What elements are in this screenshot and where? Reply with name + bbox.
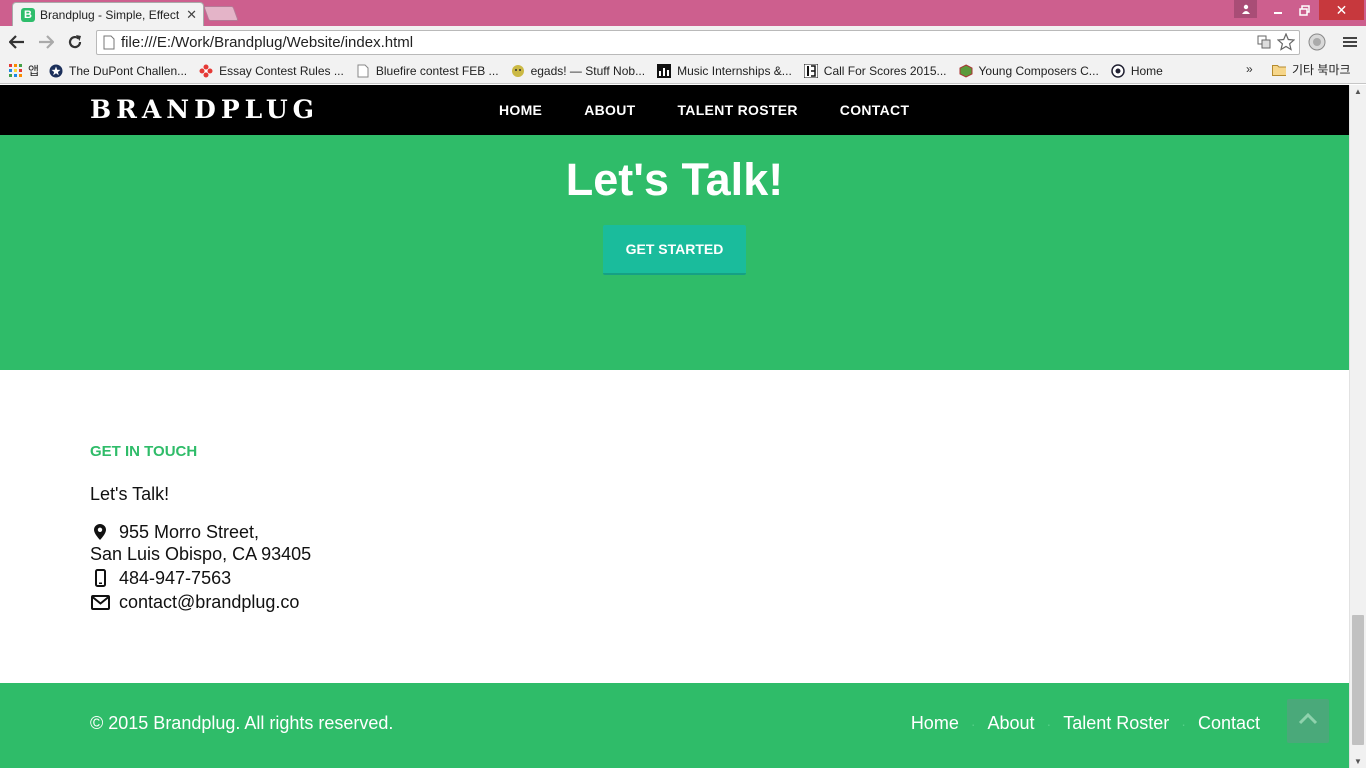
menu-icon[interactable] <box>1339 30 1361 54</box>
page-scrollbar[interactable]: ▲ ▼ <box>1349 85 1366 768</box>
nav-contact[interactable]: CONTACT <box>840 102 910 118</box>
contact-subheading: Let's Talk! <box>90 484 170 504</box>
translate-icon[interactable] <box>1257 35 1271 54</box>
hero-title: Let's Talk! <box>565 154 784 205</box>
bookmark-item[interactable]: Essay Contest Rules ... <box>199 64 344 78</box>
other-bookmarks-label: 기타 북마크 <box>1292 63 1351 77</box>
tab-close-icon[interactable]: ✕ <box>186 7 197 23</box>
copyright-text: © 2015 Brandplug. All rights reserved. <box>90 713 394 733</box>
footer-link-about[interactable]: About <box>988 713 1035 735</box>
profile-icon[interactable] <box>1234 0 1257 18</box>
bookmark-label: Call For Scores 2015... <box>823 63 947 78</box>
back-to-top-button[interactable] <box>1287 699 1329 743</box>
minimize-button[interactable] <box>1265 0 1291 20</box>
site-footer: © 2015 Brandplug. All rights reserved. H… <box>0 683 1349 768</box>
flower-icon <box>199 64 213 78</box>
close-window-button[interactable]: ✕ <box>1319 0 1364 20</box>
address-url: file:///E:/Work/Brandplug/Website/index.… <box>121 34 414 51</box>
bookmark-item[interactable]: Call For Scores 2015... <box>803 63 947 78</box>
star-badge-icon <box>49 64 63 78</box>
bookmark-label: Bluefire contest FEB ... <box>375 63 499 78</box>
footer-separator: · <box>1046 716 1052 732</box>
contact-details: 955 Morro Street, San Luis Obispo, CA 93… <box>90 521 311 613</box>
contact-email[interactable]: contact@brandplug.co <box>119 591 299 613</box>
bookmark-star-icon[interactable] <box>1276 32 1296 56</box>
footer-separator: · <box>1181 716 1186 732</box>
bookmark-item[interactable]: Home <box>1111 64 1163 78</box>
footer-link-talent-roster[interactable]: Talent Roster <box>1063 713 1169 735</box>
footer-separator: · <box>970 716 976 732</box>
forward-icon[interactable] <box>35 30 57 54</box>
bookmark-item[interactable]: The DuPont Challen... <box>49 64 187 78</box>
browser-tabstrip: B Brandplug - Simple, Effect ✕ ✕ <box>0 0 1366 26</box>
hero-section: Let's Talk! GET STARTED <box>0 135 1349 370</box>
bookmark-label: The DuPont Challen... <box>69 63 188 78</box>
egads-icon <box>511 64 525 78</box>
page-icon <box>356 64 370 78</box>
nav-about[interactable]: ABOUT <box>584 102 635 118</box>
nav-home[interactable]: HOME <box>499 102 542 118</box>
score-icon <box>803 63 818 78</box>
scroll-up-arrow-icon[interactable]: ▲ <box>1354 87 1362 96</box>
site-navbar: BRANDPLUG HOME ABOUT TALENT ROSTER CONTA… <box>0 85 1349 135</box>
envelope-icon <box>90 594 110 610</box>
equalizer-icon <box>657 63 672 78</box>
page-icon <box>99 35 119 50</box>
nav-talent-roster[interactable]: TALENT ROSTER <box>677 102 797 118</box>
scrollbar-thumb[interactable] <box>1352 615 1364 745</box>
contact-heading: GET IN TOUCH <box>90 443 198 460</box>
get-started-button[interactable]: GET STARTED <box>603 225 746 275</box>
bookmark-label: Young Composers C... <box>978 63 1099 78</box>
tab-title: Brandplug - Simple, Effect <box>40 7 180 22</box>
new-tab-button[interactable] <box>203 6 239 21</box>
bookmarks-overflow-button[interactable]: » <box>1246 62 1253 76</box>
footer-links: Home · About · Talent Roster · Contact <box>911 713 1260 735</box>
contact-phone[interactable]: 484-947-7563 <box>119 567 231 589</box>
site-brand-logo[interactable]: BRANDPLUG <box>90 95 319 124</box>
other-bookmarks-folder[interactable]: 기타 북마크 <box>1272 61 1351 78</box>
scroll-down-arrow-icon[interactable]: ▼ <box>1354 757 1362 766</box>
extension-icon[interactable] <box>1306 30 1328 54</box>
bookmark-label: Essay Contest Rules ... <box>219 63 344 78</box>
address-line-2: San Luis Obispo, CA 93405 <box>90 544 312 564</box>
reload-icon[interactable] <box>64 30 86 54</box>
restore-button[interactable] <box>1291 0 1317 20</box>
apps-grid-icon <box>8 64 22 78</box>
apps-label: 앱 <box>28 64 40 78</box>
contact-section: GET IN TOUCH Let's Talk! 955 Morro Stree… <box>90 443 311 612</box>
bookmark-item[interactable]: Young Composers C... <box>959 64 1099 78</box>
bookmark-label: Home <box>1130 63 1163 78</box>
map-marker-icon <box>90 524 110 540</box>
chevron-up-icon <box>1298 712 1318 730</box>
bookmark-item[interactable]: egads! — Stuff Nob... <box>511 63 646 78</box>
site-menu: HOME ABOUT TALENT ROSTER CONTACT <box>499 102 951 118</box>
bookmarks-bar: 앱 The DuPont Challen... Essay Contest Ru… <box>0 58 1366 84</box>
footer-link-contact[interactable]: Contact <box>1198 713 1260 735</box>
bookmark-item[interactable]: Bluefire contest FEB ... <box>356 64 499 78</box>
tab-favicon-icon: B <box>21 7 35 22</box>
apps-shortcut[interactable]: 앱 <box>8 62 39 79</box>
bookmark-label: Music Internships &... <box>677 63 792 78</box>
address-line-1: 955 Morro Street, <box>119 522 260 542</box>
cube-icon <box>959 63 973 78</box>
footer-link-home[interactable]: Home <box>911 713 959 735</box>
bookmark-label: egads! — Stuff Nob... <box>530 63 646 78</box>
page-viewport: BRANDPLUG HOME ABOUT TALENT ROSTER CONTA… <box>0 85 1349 768</box>
back-icon[interactable] <box>6 30 28 54</box>
folder-icon <box>1272 63 1286 77</box>
bookmark-item[interactable]: Music Internships &... <box>657 63 792 78</box>
mobile-phone-icon <box>90 569 110 587</box>
globe-icon <box>1111 63 1125 78</box>
address-bar[interactable]: file:///E:/Work/Brandplug/Website/index.… <box>96 30 1300 55</box>
browser-tab[interactable]: B Brandplug - Simple, Effect ✕ <box>12 2 204 26</box>
